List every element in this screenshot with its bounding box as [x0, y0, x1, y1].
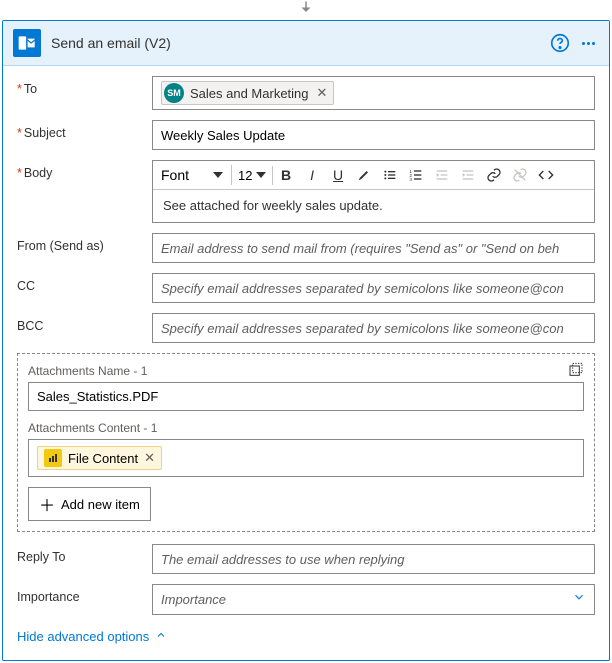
remove-token-icon[interactable]: ✕: [144, 450, 155, 466]
code-view-button[interactable]: [533, 163, 559, 187]
underline-button[interactable]: U: [325, 163, 351, 187]
indent-button[interactable]: [455, 163, 481, 187]
field-from: From (Send as) Email address to send mai…: [17, 233, 595, 263]
outdent-button[interactable]: [429, 163, 455, 187]
chevron-down-icon: [572, 590, 586, 609]
bold-button[interactable]: B: [273, 163, 299, 187]
cc-label: CC: [17, 273, 152, 293]
subject-text[interactable]: [161, 128, 586, 143]
link-button[interactable]: [481, 163, 507, 187]
attachment-content-label: Attachments Content - 1: [28, 421, 584, 435]
cc-input[interactable]: Specify email addresses separated by sem…: [152, 273, 595, 303]
from-input[interactable]: Email address to send mail from (require…: [152, 233, 595, 263]
unlink-button[interactable]: [507, 163, 533, 187]
add-new-item-button[interactable]: ＋ Add new item: [28, 487, 151, 521]
rte-toolbar: Font 12 B I U 123: [153, 161, 594, 190]
importance-label: Importance: [17, 584, 152, 604]
font-size-picker[interactable]: 12: [232, 166, 273, 185]
switch-array-mode-icon[interactable]: [566, 360, 586, 380]
italic-button[interactable]: I: [299, 163, 325, 187]
field-to: *To SM Sales and Marketing ✕: [17, 76, 595, 110]
avatar: SM: [164, 83, 184, 103]
outlook-icon: [13, 29, 41, 57]
field-bcc: BCC Specify email addresses separated by…: [17, 313, 595, 343]
field-subject: *Subject: [17, 120, 595, 150]
to-label: *To: [17, 76, 152, 96]
recipient-token[interactable]: SM Sales and Marketing ✕: [161, 81, 334, 105]
subject-input[interactable]: [152, 120, 595, 150]
body-text[interactable]: See attached for weekly sales update.: [153, 190, 594, 222]
chevron-up-icon: [155, 629, 167, 644]
attachments-panel: Attachments Name - 1 Sales_Statistics.PD…: [17, 353, 595, 532]
bcc-input[interactable]: Specify email addresses separated by sem…: [152, 313, 595, 343]
to-input[interactable]: SM Sales and Marketing ✕: [152, 76, 595, 110]
body-label: *Body: [17, 160, 152, 180]
bullet-list-button[interactable]: [377, 163, 403, 187]
help-icon[interactable]: [549, 32, 571, 54]
recipient-name: Sales and Marketing: [190, 86, 309, 101]
subject-label: *Subject: [17, 120, 152, 140]
number-list-button[interactable]: 123: [403, 163, 429, 187]
attachment-content-input[interactable]: File Content ✕: [28, 439, 584, 477]
file-content-token[interactable]: File Content ✕: [37, 446, 162, 470]
card-header[interactable]: Send an email (V2): [3, 21, 609, 66]
field-body: *Body Font 12 B I U 123 See a: [17, 160, 595, 223]
highlight-button[interactable]: [351, 163, 377, 187]
field-cc: CC Specify email addresses separated by …: [17, 273, 595, 303]
importance-dropdown[interactable]: Importance: [152, 584, 595, 615]
font-picker[interactable]: Font: [157, 165, 232, 185]
flow-arrow-down: [0, 0, 612, 18]
action-card: Send an email (V2) *To SM Sales and Mark…: [2, 20, 610, 661]
powerbi-icon: [44, 449, 62, 467]
reply-to-label: Reply To: [17, 544, 152, 564]
card-body: *To SM Sales and Marketing ✕ *Subject *B…: [3, 66, 609, 660]
bcc-label: BCC: [17, 313, 152, 333]
rich-text-editor: Font 12 B I U 123 See attached for weekl…: [152, 160, 595, 223]
svg-text:3: 3: [409, 177, 412, 182]
remove-recipient-icon[interactable]: ✕: [317, 85, 328, 101]
field-importance: Importance Importance: [17, 584, 595, 615]
hide-advanced-options-link[interactable]: Hide advanced options: [17, 629, 167, 644]
file-content-label: File Content: [68, 451, 138, 466]
card-title: Send an email (V2): [51, 35, 543, 51]
field-reply-to: Reply To The email addresses to use when…: [17, 544, 595, 574]
attachment-name-label: Attachments Name - 1: [28, 364, 584, 378]
reply-to-input[interactable]: The email addresses to use when replying: [152, 544, 595, 574]
plus-icon: ＋: [39, 492, 55, 516]
from-label: From (Send as): [17, 233, 152, 253]
more-options-icon[interactable]: [577, 32, 599, 54]
attachment-name-input[interactable]: Sales_Statistics.PDF: [28, 382, 584, 411]
